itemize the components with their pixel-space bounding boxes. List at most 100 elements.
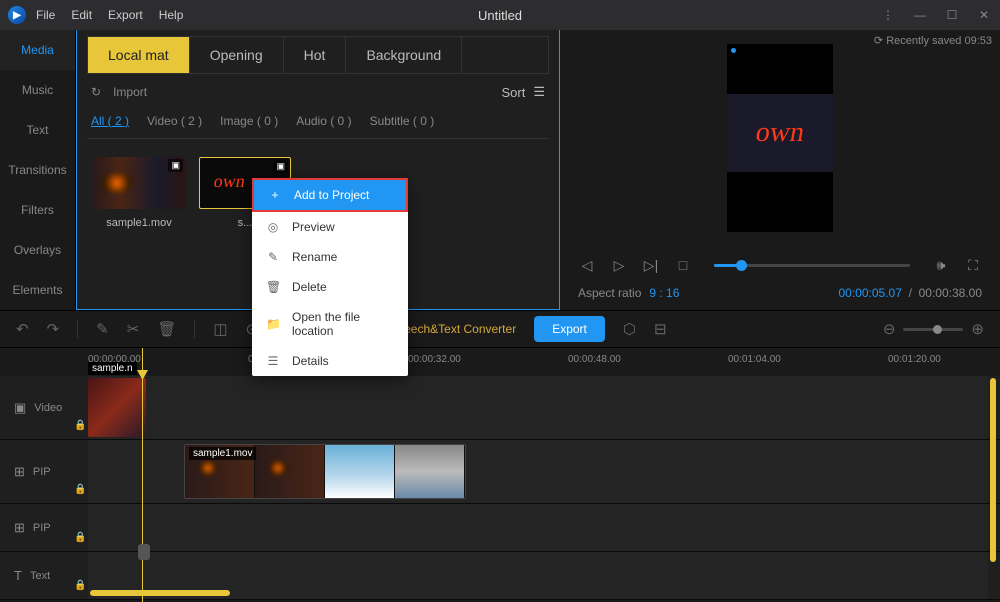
video-clip[interactable]: sample.n bbox=[88, 378, 146, 437]
cut-icon[interactable]: ✂ bbox=[127, 320, 140, 338]
lock-icon[interactable]: 🔒 bbox=[74, 484, 86, 495]
tab-opening[interactable]: Opening bbox=[190, 37, 284, 73]
menu-edit[interactable]: Edit bbox=[71, 8, 92, 22]
menu-file[interactable]: File bbox=[36, 8, 55, 22]
context-menu-details[interactable]: ☰ Details bbox=[252, 346, 408, 376]
import-icon[interactable]: ↻ bbox=[91, 85, 101, 99]
sidebar-item-elements[interactable]: Elements bbox=[0, 270, 75, 310]
ruler-mark: 00:01:04.00 bbox=[728, 354, 781, 365]
camera-icon: ▣ bbox=[168, 159, 183, 172]
time-sep: / bbox=[905, 286, 918, 300]
zoom-slider[interactable] bbox=[903, 328, 963, 331]
clip-label: sample1.mov bbox=[189, 447, 256, 460]
app-logo-icon: ▶ bbox=[8, 6, 26, 24]
seek-bar[interactable] bbox=[714, 264, 910, 267]
sidebar-item-overlays[interactable]: Overlays bbox=[0, 230, 75, 270]
prev-frame-button[interactable]: ◁ bbox=[578, 256, 596, 274]
save-status: ⟳ Recently saved 09:53 bbox=[874, 34, 992, 47]
pip-clip[interactable]: sample1.mov bbox=[184, 444, 466, 499]
context-menu-delete[interactable]: 🗑 Delete bbox=[252, 272, 408, 302]
sidebar-item-transitions[interactable]: Transitions bbox=[0, 150, 75, 190]
menu-export[interactable]: Export bbox=[108, 8, 143, 22]
track-label: Text bbox=[30, 570, 50, 582]
folder-icon: 📁 bbox=[266, 317, 280, 331]
tab-hot[interactable]: Hot bbox=[284, 37, 347, 73]
sort-list-icon[interactable]: ☰ bbox=[533, 84, 545, 100]
settings-icon[interactable]: ⋮ bbox=[880, 8, 896, 22]
link-icon[interactable]: ⊟ bbox=[654, 320, 667, 338]
timeline-toolbar: ↶ ↷ ✎ ✂ 🗑 ◫ ⊙ ◐ 🎤 ⊡ Speech&Text Converte… bbox=[0, 310, 1000, 348]
menu-help[interactable]: Help bbox=[159, 8, 184, 22]
aspect-ratio-label: Aspect ratio bbox=[578, 286, 641, 300]
sidebar-item-filters[interactable]: Filters bbox=[0, 190, 75, 230]
track-label: Video bbox=[34, 402, 62, 414]
filter-audio[interactable]: Audio ( 0 ) bbox=[296, 114, 351, 128]
text-track-icon: T bbox=[14, 568, 22, 583]
next-frame-button[interactable]: ▷| bbox=[642, 256, 660, 274]
sidebar-item-text[interactable]: Text bbox=[0, 110, 75, 150]
tab-local-mat[interactable]: Local mat bbox=[88, 37, 190, 73]
play-button[interactable]: ▷ bbox=[610, 256, 628, 274]
trash-icon: 🗑 bbox=[266, 280, 280, 294]
export-button[interactable]: Export bbox=[534, 316, 605, 342]
context-menu: + Add to Project ◎ Preview ✎ Rename 🗑 De… bbox=[252, 178, 408, 376]
vertical-scrollbar[interactable] bbox=[990, 378, 996, 562]
pencil-icon: ✎ bbox=[266, 250, 280, 264]
zoom-out-icon[interactable]: ⊖ bbox=[883, 320, 896, 338]
zoom-in-icon[interactable]: ⊕ bbox=[971, 320, 984, 338]
crop-icon[interactable]: ◫ bbox=[213, 320, 227, 338]
track-label: PIP bbox=[33, 466, 51, 478]
import-button[interactable]: Import bbox=[113, 85, 147, 99]
filter-subtitle[interactable]: Subtitle ( 0 ) bbox=[370, 114, 435, 128]
horizontal-scrollbar[interactable] bbox=[90, 590, 986, 596]
context-menu-add-to-project[interactable]: + Add to Project bbox=[252, 178, 408, 212]
window-title: Untitled bbox=[478, 8, 522, 23]
maximize-icon[interactable]: ☐ bbox=[944, 8, 960, 22]
delete-icon[interactable]: 🗑 bbox=[157, 320, 176, 338]
context-menu-rename[interactable]: ✎ Rename bbox=[252, 242, 408, 272]
aspect-ratio-value[interactable]: 9 : 16 bbox=[649, 286, 679, 300]
context-menu-preview[interactable]: ◎ Preview bbox=[252, 212, 408, 242]
titlebar: ▶ File Edit Export Help Untitled ⋮ — ☐ ✕ bbox=[0, 0, 1000, 30]
eye-icon: ◎ bbox=[266, 220, 280, 234]
ruler-mark: 00:00:48.00 bbox=[568, 354, 621, 365]
sidebar-item-media[interactable]: Media bbox=[0, 30, 75, 70]
timeline: 00:00:00.00 00:00:16.00 00:00:32.00 00:0… bbox=[0, 348, 1000, 602]
playhead-handle[interactable] bbox=[138, 544, 150, 560]
filter-image[interactable]: Image ( 0 ) bbox=[220, 114, 278, 128]
media-tab-row: Local mat Opening Hot Background bbox=[87, 36, 549, 74]
camera-icon: ▣ bbox=[273, 160, 288, 173]
context-menu-open-location[interactable]: 📁 Open the file location bbox=[252, 302, 408, 346]
track-pip-2: ⊞ PIP 🔒 bbox=[0, 504, 1000, 552]
redo-icon[interactable]: ↷ bbox=[47, 320, 60, 338]
minimize-icon[interactable]: — bbox=[912, 8, 928, 22]
lock-icon[interactable]: 🔒 bbox=[74, 580, 86, 591]
preview-video[interactable] bbox=[727, 44, 833, 232]
lock-icon[interactable]: 🔒 bbox=[74, 420, 86, 431]
record-indicator-icon bbox=[731, 48, 736, 53]
filter-all[interactable]: All ( 2 ) bbox=[91, 114, 129, 128]
tab-background[interactable]: Background bbox=[346, 37, 462, 73]
pip-track-icon: ⊞ bbox=[14, 464, 25, 480]
pip-track-icon: ⊞ bbox=[14, 520, 25, 536]
list-icon: ☰ bbox=[266, 354, 280, 368]
edit-icon[interactable]: ✎ bbox=[96, 320, 109, 338]
fullscreen-icon[interactable]: ⛶ bbox=[964, 256, 982, 274]
stop-button[interactable]: □ bbox=[674, 256, 692, 274]
sidebar-item-music[interactable]: Music bbox=[0, 70, 75, 110]
undo-icon[interactable]: ↶ bbox=[16, 320, 29, 338]
close-icon[interactable]: ✕ bbox=[976, 8, 992, 22]
sort-label[interactable]: Sort bbox=[502, 85, 526, 100]
timeline-ruler[interactable]: 00:00:00.00 00:00:16.00 00:00:32.00 00:0… bbox=[0, 348, 1000, 376]
media-thumb-1[interactable]: ▣ sample1.mov bbox=[93, 157, 185, 229]
track-label: PIP bbox=[33, 522, 51, 534]
playhead[interactable] bbox=[142, 348, 143, 602]
menu-bar: File Edit Export Help bbox=[36, 8, 183, 22]
volume-icon[interactable]: 🕪 bbox=[932, 256, 950, 274]
lock-icon[interactable]: 🔒 bbox=[74, 532, 86, 543]
time-total: 00:00:38.00 bbox=[919, 286, 982, 300]
shield-icon[interactable]: ⬡ bbox=[623, 320, 636, 338]
speech-text-converter-button[interactable]: Speech&Text Converter bbox=[389, 322, 516, 336]
thumb-label: sample1.mov bbox=[93, 217, 185, 229]
filter-video[interactable]: Video ( 2 ) bbox=[147, 114, 202, 128]
